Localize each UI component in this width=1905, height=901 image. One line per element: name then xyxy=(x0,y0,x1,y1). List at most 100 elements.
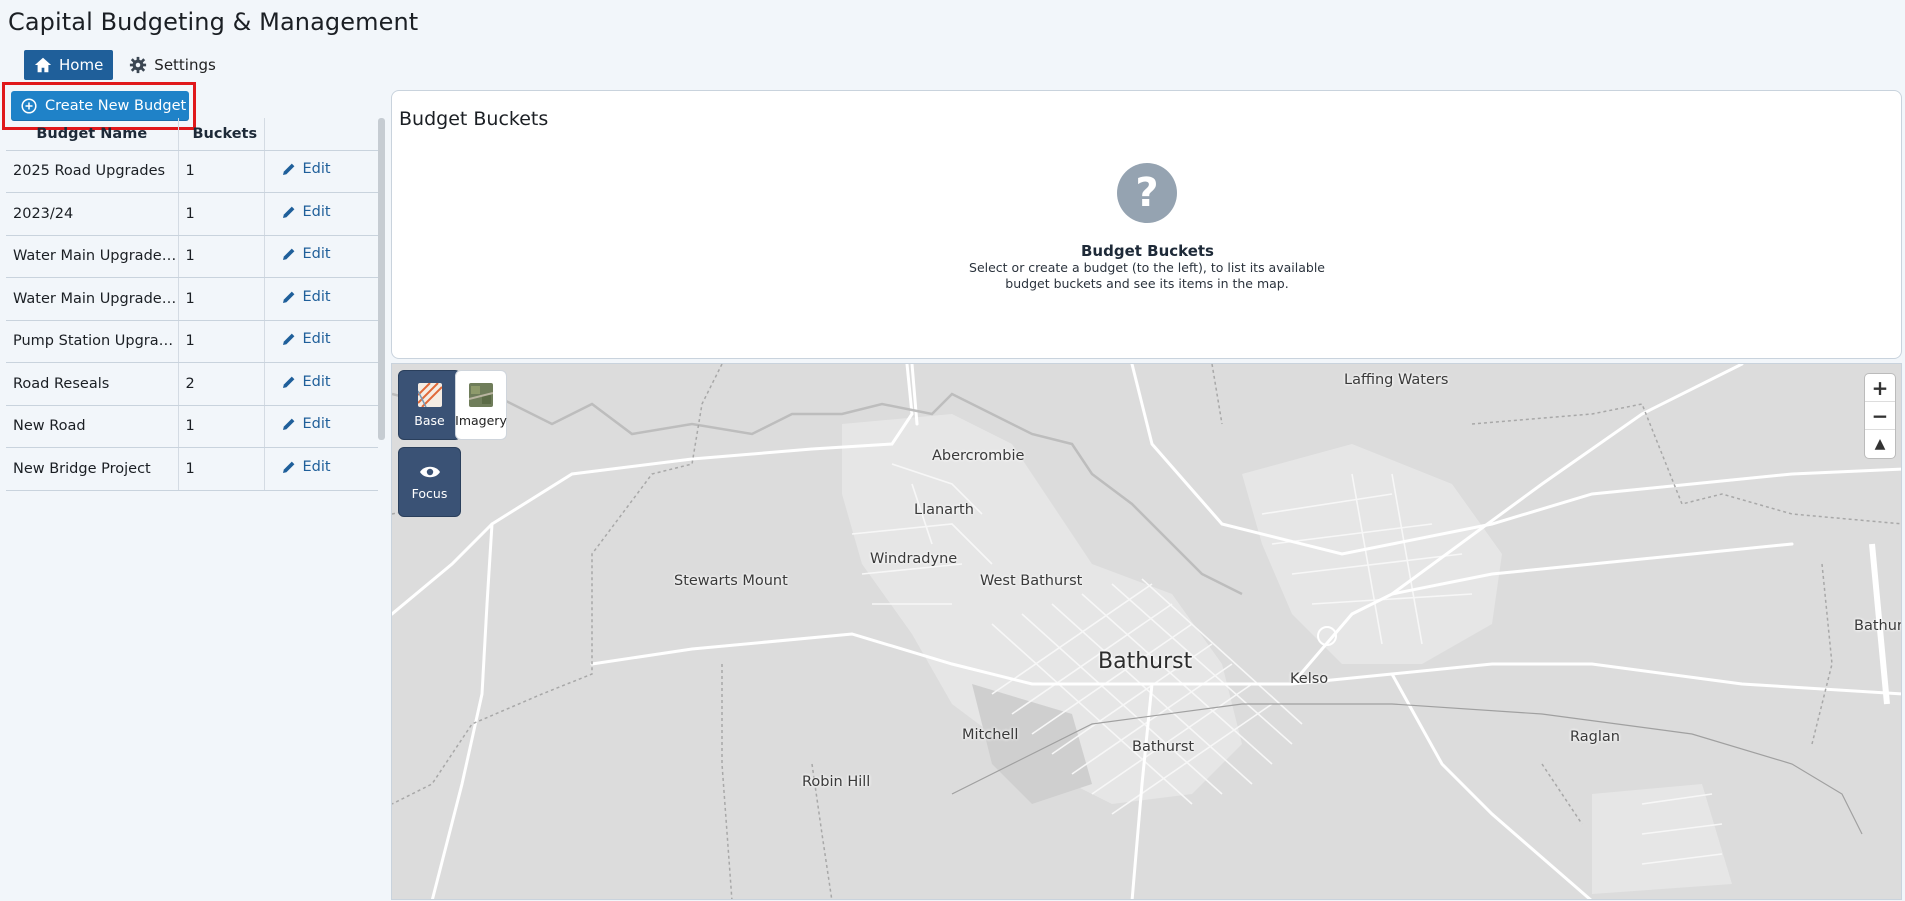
edit-cell: Edit xyxy=(264,447,378,491)
imagery-layer-button[interactable]: Imagery xyxy=(455,370,507,440)
map-view[interactable]: Laffing Waters Abercrombie Llanarth Wind… xyxy=(391,363,1902,900)
budget-buckets-panel: Budget Buckets ? Budget Buckets Select o… xyxy=(391,90,1902,359)
eye-icon xyxy=(419,466,440,477)
edit-button[interactable]: Edit xyxy=(281,246,331,262)
budget-buckets-cell: 1 xyxy=(178,192,265,236)
budget-name-cell[interactable]: Road Reseals xyxy=(6,362,179,406)
pencil-icon xyxy=(282,163,294,176)
budget-buckets-cell: 2 xyxy=(178,362,265,406)
focus-label: Focus xyxy=(411,485,448,501)
empty-state-text: Select or create a budget (to the left),… xyxy=(969,260,1325,291)
zoom-control: + − ▲ xyxy=(1865,374,1895,458)
edit-cell: Edit xyxy=(264,320,378,363)
budget-name-cell[interactable]: Water Main Upgrade… xyxy=(6,277,179,321)
edit-button[interactable]: Edit xyxy=(281,331,331,347)
place-label: Stewarts Mount xyxy=(674,573,788,589)
main-nav: Home Settings xyxy=(24,50,226,80)
zoom-in-button[interactable]: + xyxy=(1865,374,1895,402)
table-row[interactable]: Water Main Upgrade… 1 Edit xyxy=(6,277,378,321)
tab-settings-label: Settings xyxy=(154,56,216,74)
table-row[interactable]: Pump Station Upgra… 1 Edit xyxy=(6,320,378,363)
place-label: Laffing Waters xyxy=(1344,372,1449,388)
edit-cell: Edit xyxy=(264,277,378,321)
place-label: Robin Hill xyxy=(802,774,871,790)
place-label: Bathurst xyxy=(1854,618,1902,634)
edit-label: Edit xyxy=(302,203,331,220)
table-row[interactable]: 2023/24 1 Edit xyxy=(6,192,378,236)
create-new-budget-button[interactable]: Create New Budget xyxy=(11,91,189,121)
table-row[interactable]: New Road 1 Edit xyxy=(6,405,378,448)
table-header-row: Budget Name Buckets xyxy=(6,118,378,151)
edit-label: Edit xyxy=(302,246,331,263)
edit-label: Edit xyxy=(302,458,331,475)
place-label: Raglan xyxy=(1570,729,1620,745)
pencil-icon xyxy=(282,291,294,303)
edit-cell: Edit xyxy=(264,362,378,406)
edit-button[interactable]: Edit xyxy=(281,416,331,432)
table-row[interactable]: 2025 Road Upgrades 1 Edit xyxy=(6,150,378,193)
table-row[interactable]: New Bridge Project 1 Edit xyxy=(6,447,378,491)
budget-name-cell[interactable]: 2023/24 xyxy=(6,192,179,236)
place-label-city: Bathurst xyxy=(1098,649,1193,674)
pencil-icon xyxy=(282,461,294,473)
tab-settings[interactable]: Settings xyxy=(119,50,226,80)
edit-button[interactable]: Edit xyxy=(281,204,331,220)
pencil-icon xyxy=(282,418,294,431)
budget-name-cell[interactable]: New Bridge Project xyxy=(6,447,179,491)
place-label: Windradyne xyxy=(870,551,958,567)
tab-home-label: Home xyxy=(59,56,104,74)
edit-label: Edit xyxy=(302,416,331,433)
edit-button[interactable]: Edit xyxy=(281,161,331,177)
tab-home[interactable]: Home xyxy=(24,50,114,80)
app-title: Capital Budgeting & Management xyxy=(8,8,419,36)
budget-buckets-cell: 1 xyxy=(178,447,265,491)
place-label: West Bathurst xyxy=(980,573,1083,589)
column-header-actions xyxy=(264,118,378,151)
edit-button[interactable]: Edit xyxy=(281,289,331,305)
zoom-out-button[interactable]: − xyxy=(1865,402,1895,430)
reset-north-button[interactable]: ▲ xyxy=(1865,430,1895,458)
gear-icon xyxy=(130,56,147,74)
budget-name-cell[interactable]: New Road xyxy=(6,405,179,448)
budget-name-cell[interactable]: Water Main Upgrade… xyxy=(6,235,179,278)
map-tiles xyxy=(392,364,1901,899)
budget-buckets-cell: 1 xyxy=(178,405,265,448)
pencil-icon xyxy=(282,206,294,218)
place-label: Bathurst xyxy=(1132,739,1195,755)
budget-buckets-cell: 1 xyxy=(178,320,265,363)
edit-button[interactable]: Edit xyxy=(281,459,331,475)
edit-cell: Edit xyxy=(264,235,378,278)
imagery-icon xyxy=(469,382,493,407)
edit-label: Edit xyxy=(302,331,331,348)
table-row[interactable]: Water Main Upgrade… 1 Edit xyxy=(6,235,378,278)
home-icon xyxy=(34,57,52,73)
column-header-buckets[interactable]: Buckets xyxy=(178,118,265,151)
edit-label: Edit xyxy=(302,161,331,178)
empty-state-title: Budget Buckets xyxy=(1080,242,1214,260)
place-label: Mitchell xyxy=(962,727,1019,743)
base-layer-label: Base xyxy=(414,412,445,428)
edit-cell: Edit xyxy=(264,192,378,236)
base-layer-button[interactable]: Base xyxy=(398,370,461,440)
imagery-layer-label: Imagery xyxy=(455,412,507,428)
table-row[interactable]: Road Reseals 2 Edit xyxy=(6,362,378,406)
column-header-budget-name[interactable]: Budget Name xyxy=(6,118,179,151)
edit-label: Edit xyxy=(302,288,331,305)
edit-cell: Edit xyxy=(264,405,378,448)
place-label: Llanarth xyxy=(914,502,974,518)
pencil-icon xyxy=(282,333,294,346)
budget-name-cell[interactable]: Pump Station Upgra… xyxy=(6,320,179,363)
edit-label: Edit xyxy=(302,373,331,390)
budget-buckets-cell: 1 xyxy=(178,235,265,278)
budget-buckets-cell: 1 xyxy=(178,277,265,321)
budget-buckets-title: Budget Buckets xyxy=(399,108,549,130)
edit-button[interactable]: Edit xyxy=(281,374,331,390)
budget-buckets-cell: 1 xyxy=(178,150,265,193)
edit-cell: Edit xyxy=(264,150,378,193)
focus-button[interactable]: Focus xyxy=(398,447,461,517)
budget-table: Budget Name Buckets 2025 Road Upgrades 1 E… xyxy=(6,118,378,491)
budget-name-cell[interactable]: 2025 Road Upgrades xyxy=(6,150,179,193)
budget-list-panel: Budget Name Buckets 2025 Road Upgrades 1 E… xyxy=(6,118,378,503)
pencil-icon xyxy=(282,376,294,388)
budget-list-scrollbar[interactable] xyxy=(378,118,385,440)
